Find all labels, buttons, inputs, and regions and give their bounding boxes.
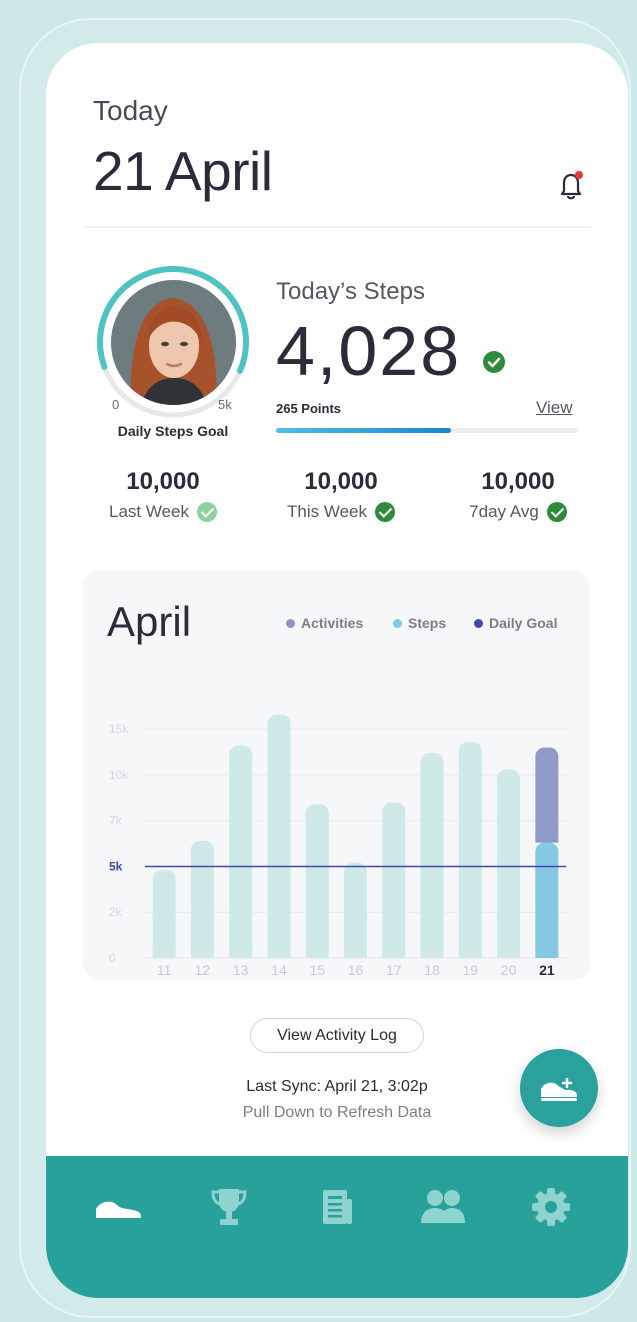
bar-steps-base <box>152 948 176 958</box>
points-progress-bar <box>276 428 578 433</box>
trophy-icon <box>211 1189 247 1225</box>
points-progress-fill <box>276 428 452 433</box>
x-tick-label: 11 <box>157 962 172 978</box>
bar-steps <box>458 741 482 958</box>
stat-value: 10,000 <box>481 468 555 495</box>
bar-steps <box>190 840 214 958</box>
bar-steps <box>305 804 329 958</box>
bar-steps <box>344 862 367 958</box>
bar-steps <box>267 714 291 958</box>
x-tick-label: 13 <box>233 962 249 978</box>
goal-ring-min-label: 0 <box>112 397 120 412</box>
avatar[interactable] <box>111 280 236 405</box>
chart-plot: 0 2k 5k 7k 10k 15k 11 12 13 14 15 16 17 18 19 20 21 <box>109 714 566 978</box>
bar-steps <box>382 802 406 958</box>
bar-steps <box>229 745 253 958</box>
add-activity-button[interactable] <box>520 1049 598 1127</box>
stat-this-week: 10,000 This Week <box>271 468 411 522</box>
x-tick-label: 15 <box>309 962 325 978</box>
bar-steps-base <box>344 948 367 958</box>
x-tick-label: 18 <box>424 962 440 978</box>
bar-steps-base <box>535 948 559 958</box>
tab-steps[interactable] <box>91 1184 147 1230</box>
todays-steps-value: 4,028 <box>276 312 462 390</box>
y-tick-label: 5k <box>109 859 123 873</box>
y-tick-label: 0 <box>109 951 116 965</box>
header-subtitle: Today <box>93 95 168 126</box>
bar-steps-base <box>229 948 253 958</box>
bottom-tab-bar <box>46 1156 628 1298</box>
goal-ring-caption: Daily Steps Goal <box>117 423 229 439</box>
stat-value: 10,000 <box>126 468 200 495</box>
check-circle-icon <box>375 502 395 522</box>
add-activity-shoe-icon <box>541 1076 577 1101</box>
y-tick-label: 15k <box>109 722 129 736</box>
x-tick-label: 14 <box>271 962 287 978</box>
notification-dot <box>575 171 583 179</box>
stat-value: 10,000 <box>304 468 378 495</box>
bell-icon[interactable] <box>556 169 586 201</box>
bar-steps-base <box>420 948 444 958</box>
goal-ring-max-label: 5k <box>218 397 232 412</box>
stat-last-week: 10,000 Last Week <box>93 468 233 522</box>
view-points-link[interactable]: View <box>536 398 573 418</box>
y-tick-label: 2k <box>109 905 123 919</box>
bar-steps <box>420 752 444 958</box>
x-tick-label: 17 <box>386 962 402 978</box>
bar-activities <box>535 747 559 843</box>
bar-steps-base <box>382 948 406 958</box>
tab-settings[interactable] <box>523 1184 579 1230</box>
stat-7day-avg: 10,000 7day Avg <box>448 468 588 522</box>
bar-steps-base <box>458 948 482 958</box>
steps-check-icon <box>483 351 505 373</box>
x-tick-label: 16 <box>348 962 364 978</box>
bar-steps-base <box>305 948 329 958</box>
stat-label: Last Week <box>108 502 189 521</box>
gear-icon <box>532 1188 570 1226</box>
users-icon <box>421 1190 465 1223</box>
tab-news[interactable] <box>309 1184 365 1230</box>
monthly-steps-chart[interactable]: April Activities Steps Daily Goal 0 2k 5k 7… <box>83 570 590 980</box>
phone-screen: Today 21 April 0 5k Daily Steps Goal Tod… <box>46 43 628 1298</box>
bar-steps <box>535 842 559 958</box>
tab-challenges[interactable] <box>201 1184 257 1230</box>
newspaper-icon <box>323 1190 352 1224</box>
shoe-icon <box>96 1201 141 1218</box>
header-divider <box>83 226 591 228</box>
bar-steps <box>497 769 521 958</box>
bar-steps <box>152 870 176 958</box>
check-circle-icon <box>546 502 567 522</box>
x-tick-label: 12 <box>195 962 211 978</box>
bar-activities-base <box>535 832 559 843</box>
bar-steps-base <box>190 948 214 958</box>
view-activity-log-button[interactable]: View Activity Log <box>250 1018 424 1053</box>
page-title: 21 April <box>93 140 273 202</box>
x-tick-label: 19 <box>463 962 479 978</box>
x-tick-label: 21 <box>539 962 555 978</box>
stat-label: 7day Avg <box>469 502 539 521</box>
bar-steps-base <box>267 948 291 958</box>
stat-label: This Week <box>287 502 367 521</box>
points-label: 265 Points <box>276 401 342 416</box>
x-tick-label: 20 <box>501 962 517 978</box>
todays-steps-label: Today’s Steps <box>276 278 425 305</box>
y-tick-label: 10k <box>109 768 129 782</box>
check-circle-icon <box>197 502 217 522</box>
avatar-portrait-icon <box>111 280 236 405</box>
y-tick-label: 7k <box>109 814 123 828</box>
bar-steps-base <box>497 948 521 958</box>
tab-friends[interactable] <box>415 1184 471 1230</box>
